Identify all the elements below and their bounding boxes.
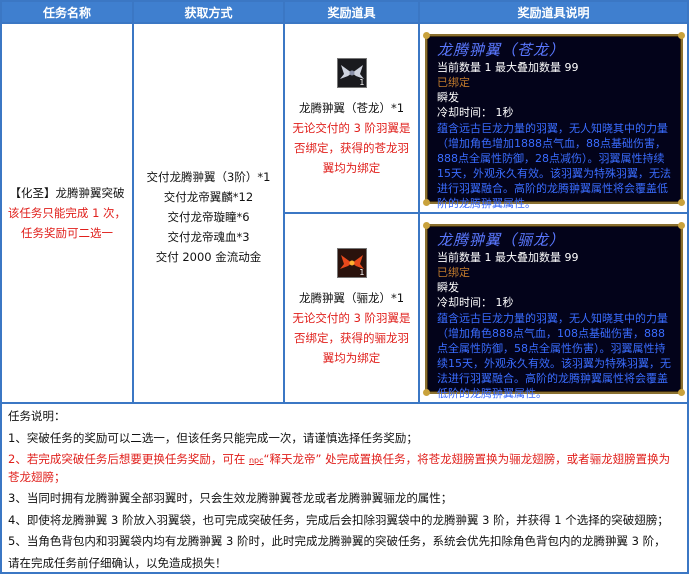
tooltip-desc: 蕴含远古巨龙力量的羽翼，无人知晓其中的力量（增加角色888点气血，108点基础伤… <box>437 312 671 400</box>
item-tooltip: 龙腾翀翼（苍龙） 当前数量 1 最大叠加数量 99 已绑定 瞬发 冷却时间： 1… <box>423 32 685 210</box>
notes-title: 任务说明： <box>8 409 66 423</box>
reward-desc-cell: 龙腾翀翼（苍龙） 当前数量 1 最大叠加数量 99 已绑定 瞬发 冷却时间： 1… <box>420 24 687 212</box>
tooltip-cast: 瞬发 <box>437 91 459 104</box>
obtain-method-cell: 交付龙腾翀翼（3阶）*1 交付龙帝翼麟*12 交付龙帝璇瞳*6 交付龙帝魂血*3… <box>134 24 283 402</box>
obtain-item: 交付 2000 金流动金 <box>155 250 262 264</box>
reward-name: 龙腾翀翼（骊龙）*1 <box>298 291 405 305</box>
red-wing-icon[interactable]: 1 <box>336 248 367 278</box>
reward-note: 无论交付的 3 阶羽翼是 <box>292 121 411 135</box>
task-choice: 任务奖励可二选一 <box>21 226 113 240</box>
header-task-name: 任务名称 <box>2 2 132 22</box>
task-table: 任务名称 获取方式 奖励道具 奖励道具说明 【化圣】龙腾翀翼突破 该任务只能完成… <box>0 0 689 574</box>
note-line: 请在完成任务前仔细确认，以免造成损失！ <box>8 555 227 570</box>
tooltip-bound: 已绑定 <box>437 266 470 279</box>
reward-note: 翼均为绑定 <box>322 161 381 175</box>
reward-desc-cell: 龙腾翀翼（骊龙） 当前数量 1 最大叠加数量 99 已绑定 瞬发 冷却时间： 1… <box>420 214 687 402</box>
task-name-cell: 【化圣】龙腾翀翼突破 该任务只能完成 1 次， 任务奖励可二选一 <box>2 24 132 402</box>
note-line: 4、即使将龙腾翀翼 3 阶放入羽翼袋，也可完成突破任务，完成后会扣除羽翼袋中的龙… <box>8 512 669 527</box>
silver-wing-icon[interactable]: 1 <box>336 58 367 88</box>
header-reward-item: 奖励道具 <box>285 2 418 22</box>
header-reward-desc: 奖励道具说明 <box>420 2 687 22</box>
tooltip-title: 龙腾翀翼（骊龙） <box>437 231 566 249</box>
reward-item-cell: 1 龙腾翀翼（苍龙）*1 无论交付的 3 阶羽翼是 否绑定，获得的苍龙羽 翼均为… <box>285 24 418 212</box>
tooltip-desc: 蕴含远古巨龙力量的羽翼，无人知晓其中的力量（增加角色增加1888点气血，88点基… <box>437 122 671 210</box>
obtain-item: 交付龙腾翀翼（3阶）*1 <box>146 170 271 184</box>
reward-note: 否绑定，获得的骊龙羽 <box>294 331 409 345</box>
task-name: 【化圣】龙腾翀翼突破 <box>9 186 125 200</box>
tooltip-title: 龙腾翀翼（苍龙） <box>437 41 566 59</box>
tooltip-cast: 瞬发 <box>437 281 459 294</box>
reward-item-cell: 1 龙腾翀翼（骊龙）*1 无论交付的 3 阶羽翼是 否绑定，获得的骊龙羽 翼均为… <box>285 214 418 402</box>
item-tooltip: 龙腾翀翼（骊龙） 当前数量 1 最大叠加数量 99 已绑定 瞬发 冷却时间： 1… <box>423 222 685 400</box>
note-line: 3、当同时拥有龙腾翀翼全部羽翼时，只会生效龙腾翀翼苍龙或者龙腾翀翼骊龙的属性； <box>8 491 453 505</box>
tooltip-bound: 已绑定 <box>437 76 470 89</box>
note-line: 5、当角色背包内和羽翼袋内均有龙腾翀翼 3 阶时，此时完成龙腾翀翼的突破任务，系… <box>8 534 666 548</box>
reward-note: 翼均为绑定 <box>322 351 381 365</box>
reward-note: 无论交付的 3 阶羽翼是 <box>292 311 411 325</box>
tooltip-cooldown: 冷却时间： 1秒 <box>437 296 514 309</box>
obtain-item: 交付龙帝翼麟*12 <box>163 190 254 204</box>
note-line: 1、突破任务的奖励可以二选一，但该任务只能完成一次，请谨慎选择任务奖励； <box>8 430 418 445</box>
note-text: 2、若完成突破任务后想要更换任务奖励，可在 <box>8 452 249 466</box>
reward-name: 龙腾翀翼（苍龙）*1 <box>298 101 405 115</box>
header-obtain-method: 获取方式 <box>134 2 283 22</box>
task-notes: 任务说明： 1、突破任务的奖励可以二选一，但该任务只能完成一次，请谨慎选择任务奖… <box>2 404 687 572</box>
task-limit: 该任务只能完成 1 次， <box>7 206 127 220</box>
obtain-item: 交付龙帝魂血*3 <box>167 230 250 244</box>
tooltip-count: 当前数量 1 最大叠加数量 99 <box>437 61 579 74</box>
obtain-item: 交付龙帝璇瞳*6 <box>167 210 250 224</box>
tooltip-cooldown: 冷却时间： 1秒 <box>437 106 514 119</box>
npc-link[interactable]: npc <box>249 456 264 465</box>
note-line: 2、若完成突破任务后想要更换任务奖励，可在 npc“释天龙帝” 处完成置换任务，… <box>8 449 681 488</box>
reward-note: 否绑定，获得的苍龙羽 <box>294 141 409 155</box>
tooltip-count: 当前数量 1 最大叠加数量 99 <box>437 251 579 264</box>
